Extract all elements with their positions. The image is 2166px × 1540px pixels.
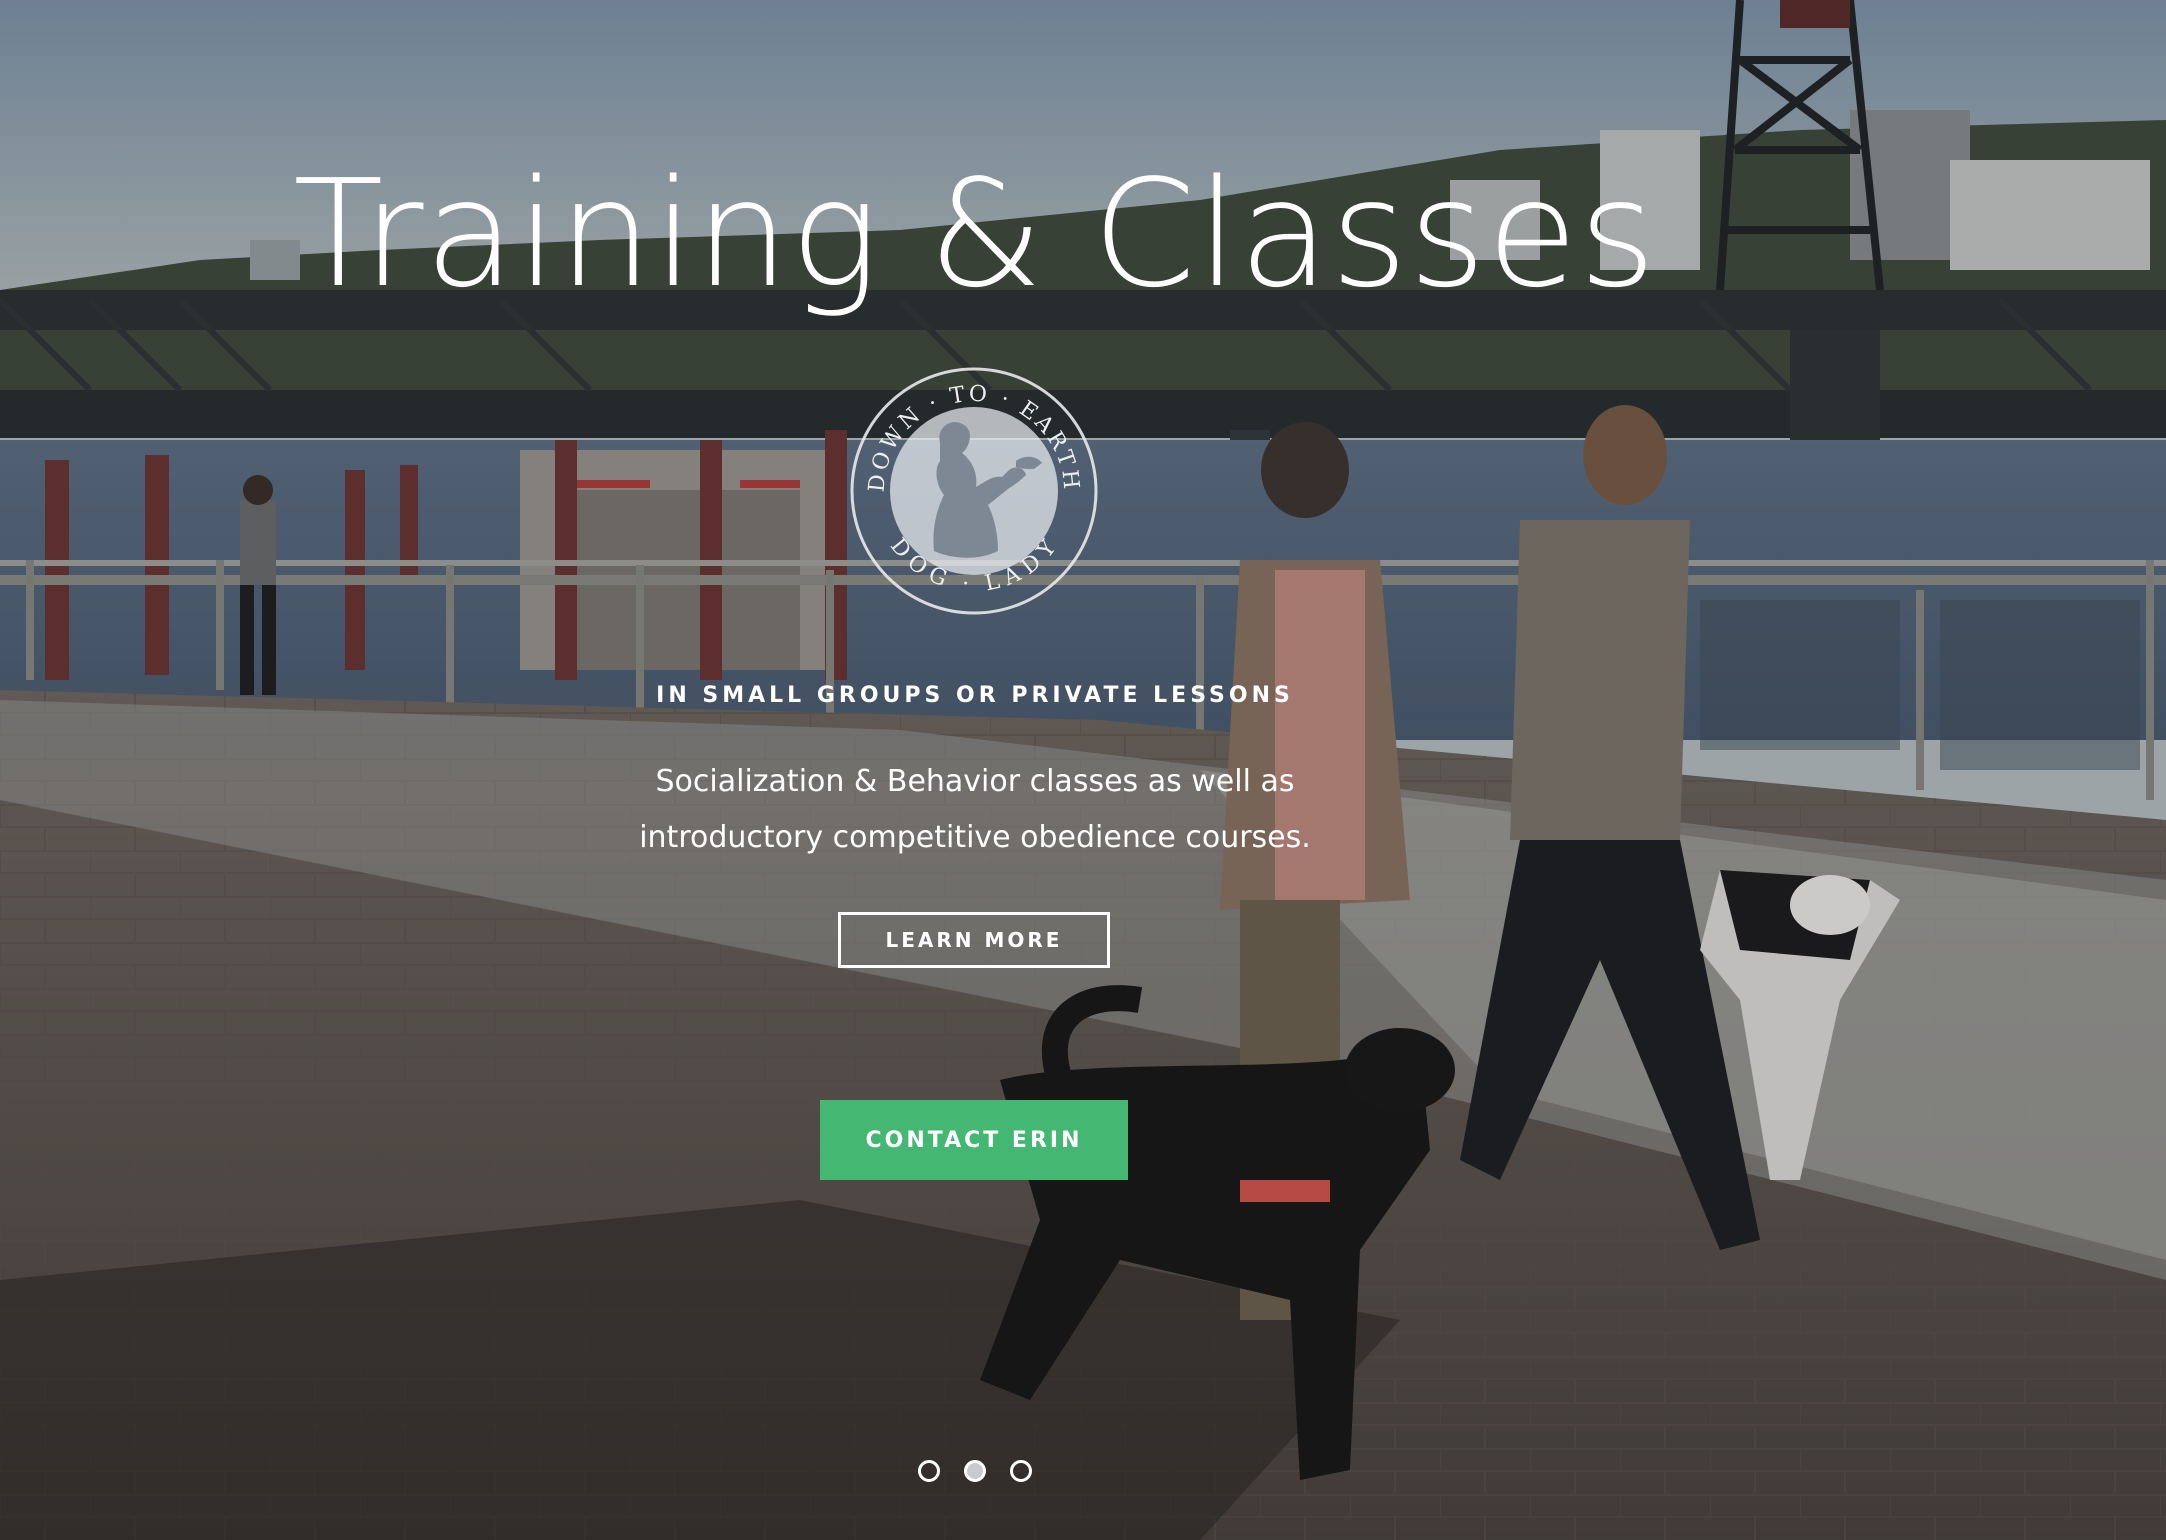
hero-section: Training & Classes DOWN · TO · EARTH DOG… — [0, 0, 2166, 1540]
down-to-earth-dog-lady-logo: DOWN · TO · EARTH DOG · LADY — [850, 367, 1098, 615]
hero-content: Training & Classes DOWN · TO · EARTH DOG… — [0, 0, 2166, 1540]
contact-erin-button[interactable]: CONTACT ERIN — [820, 1100, 1128, 1180]
carousel-dot-1[interactable] — [918, 1460, 940, 1482]
carousel-dot-2[interactable] — [964, 1460, 986, 1482]
hero-subtitle: IN SMALL GROUPS OR PRIVATE LESSONS — [656, 683, 1294, 708]
page-title: Training & Classes — [293, 148, 1657, 320]
hero-description: Socialization & Behavior classes as well… — [639, 764, 1311, 855]
carousel-dot-3[interactable] — [1010, 1460, 1032, 1482]
carousel-indicators — [0, 1460, 1950, 1482]
learn-more-button[interactable]: LEARN MORE — [838, 912, 1110, 968]
